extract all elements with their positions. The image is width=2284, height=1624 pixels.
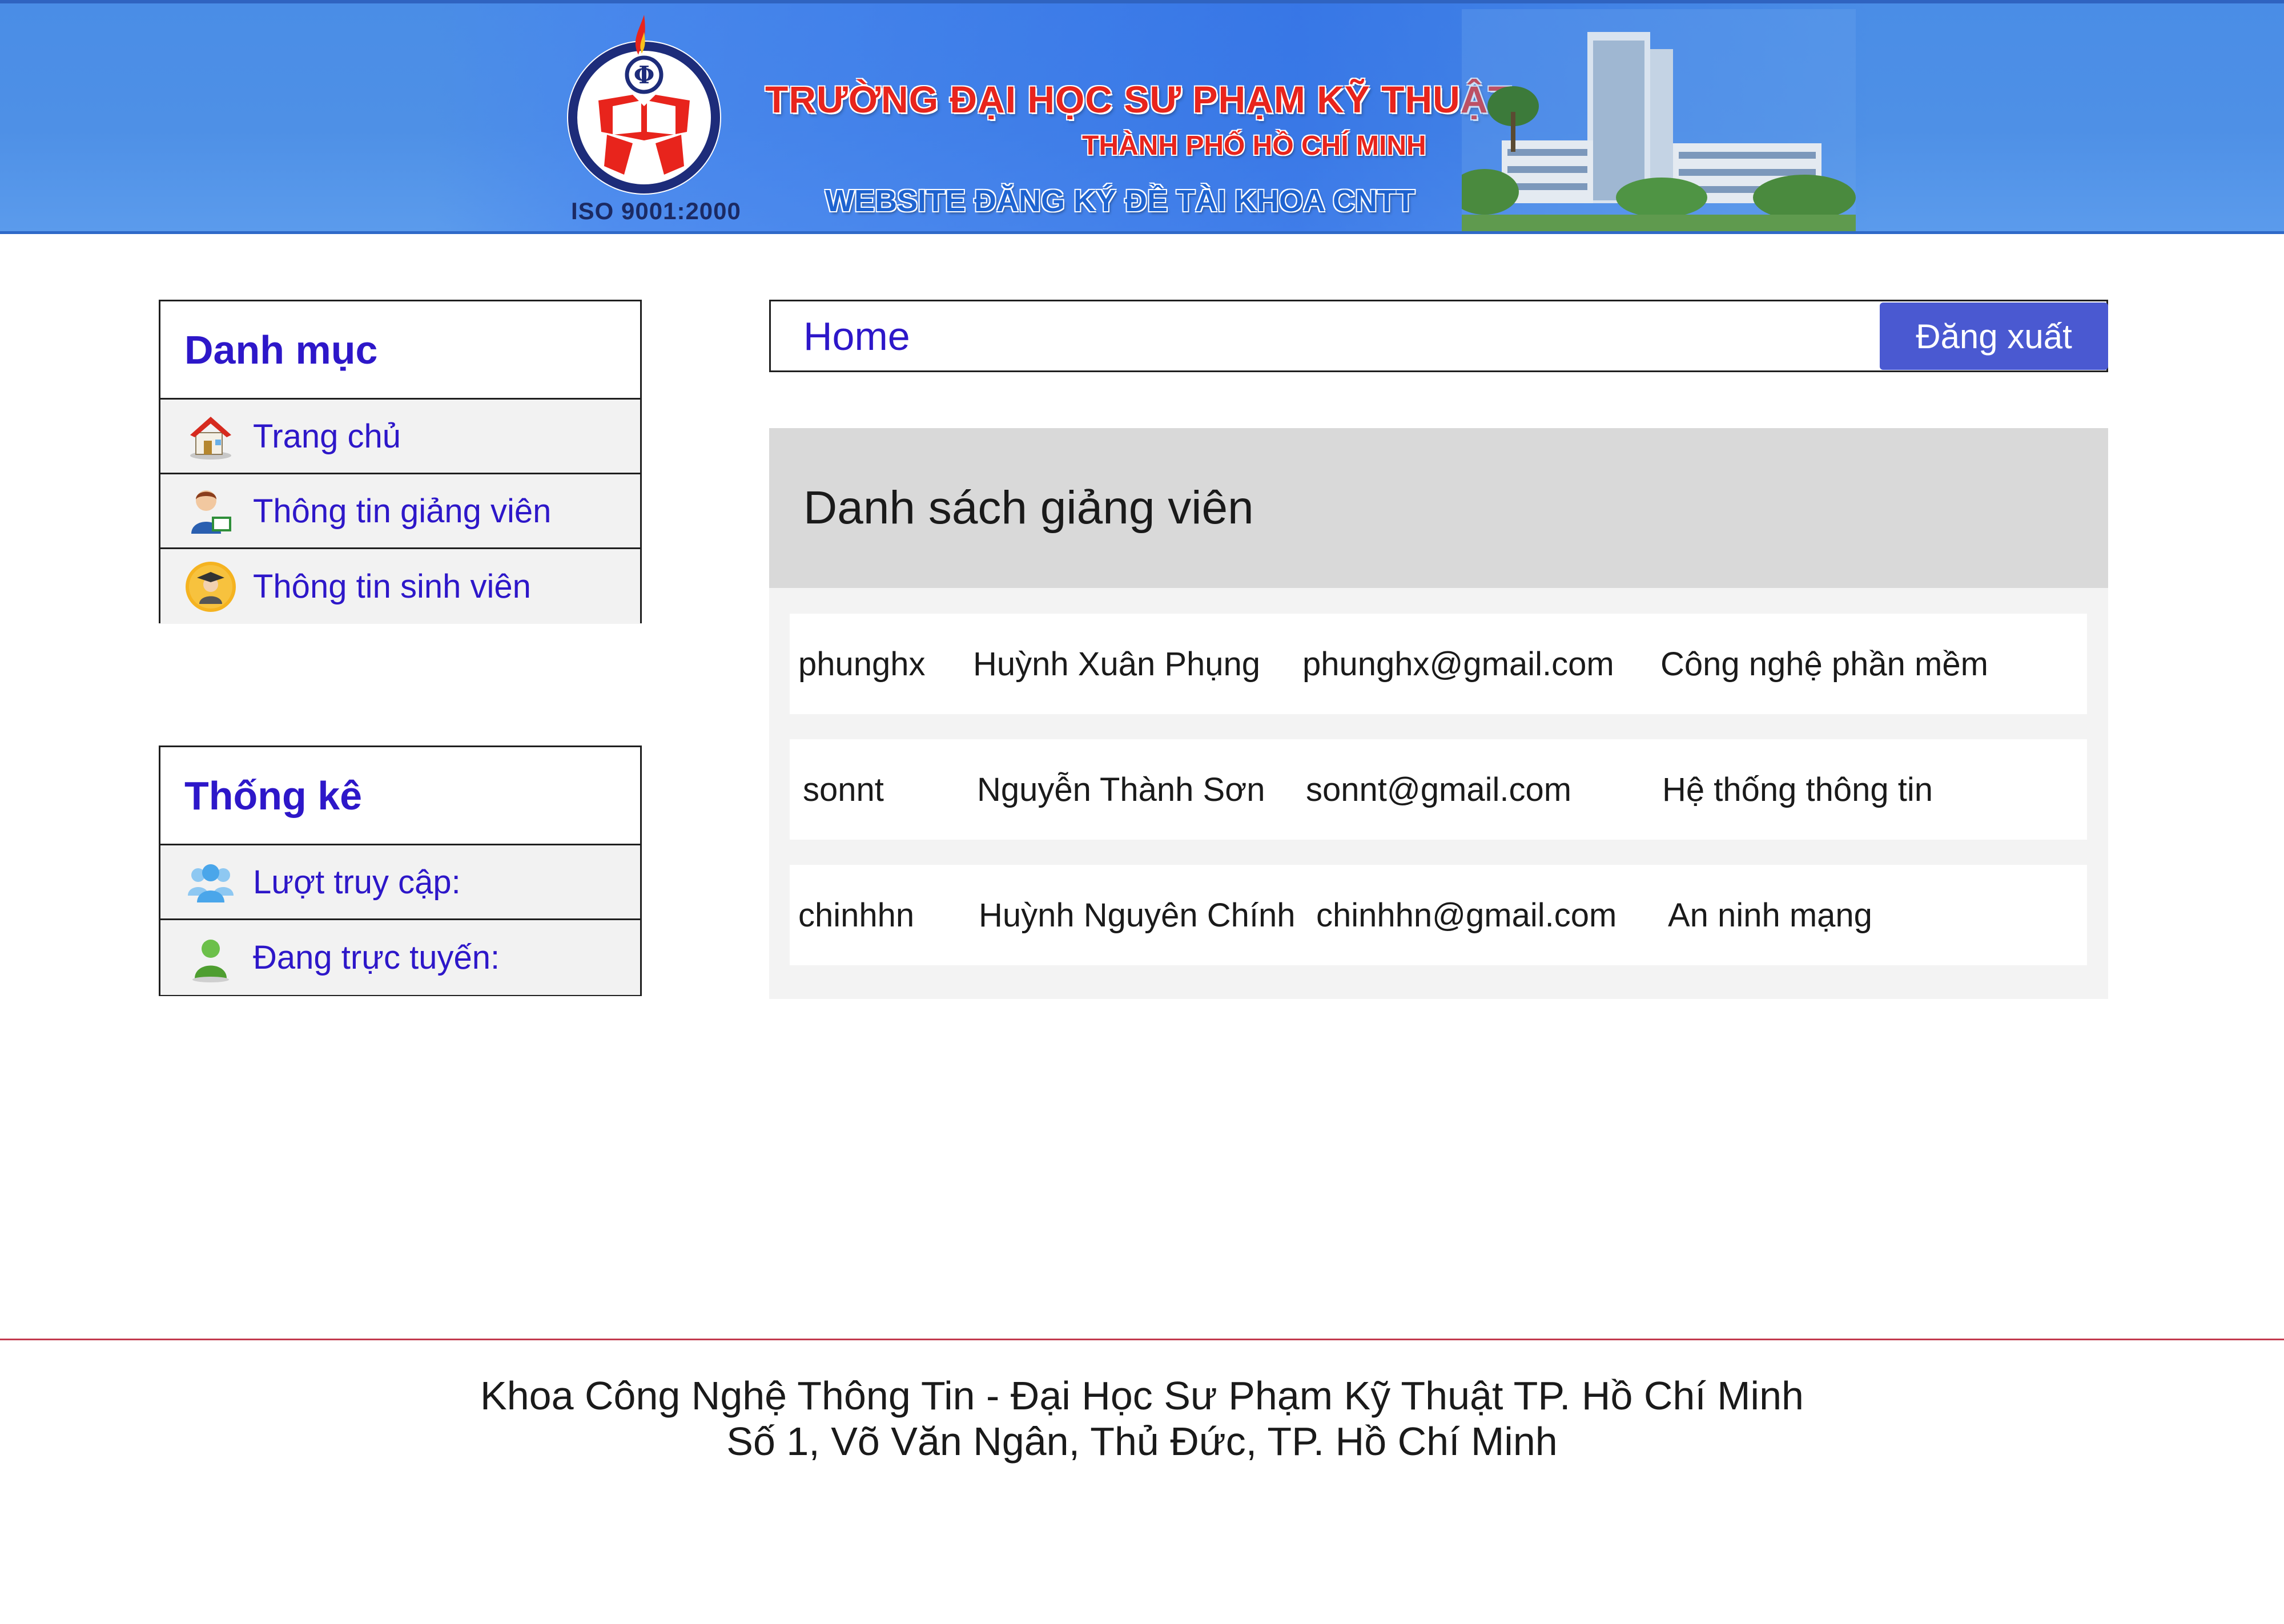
sidebar-item-home[interactable]: Trang chủ — [160, 400, 640, 474]
house-icon — [190, 417, 231, 460]
iso-certification: ISO 9001:2000 — [571, 198, 741, 224]
banner-title-city: THÀNH PHỐ HỒ CHÍ MINH — [1082, 131, 1426, 161]
banner-title-website: WEBSITE ĐĂNG KÝ ĐỀ TÀI KHOA CNTT — [825, 184, 1415, 218]
lecturer-list-title: Danh sách giảng viên — [769, 428, 2108, 588]
lecturer-list-panel: Danh sách giảng viên phunghx Huỳnh Xuân … — [769, 428, 2108, 999]
lecturer-department: Hệ thống thông tin — [1662, 771, 1933, 808]
sidebar-item-label: Trang chủ — [253, 417, 401, 455]
lecturer-email: chinhhn@gmail.com — [1316, 896, 1617, 934]
sidebar-item-label: Thông tin giảng viên — [253, 492, 552, 530]
users-group-icon — [188, 864, 234, 902]
lecturer-name: Huỳnh Xuân Phụng — [973, 645, 1261, 683]
footer-divider — [0, 1339, 2284, 1340]
graduate-icon — [186, 561, 236, 612]
lecturer-email: phunghx@gmail.com — [1302, 645, 1614, 683]
logout-button[interactable]: Đăng xuất — [1880, 303, 2108, 370]
table-row[interactable]: chinhhn Huỳnh Nguyên Chính chinhhn@gmail… — [790, 865, 2087, 965]
breadcrumb-bar: Home Đăng xuất — [769, 300, 2108, 372]
stat-visit-count: Lượt truy cập: — [160, 845, 640, 920]
teacher-icon — [191, 490, 231, 534]
category-panel-title: Danh mục — [160, 301, 640, 400]
stat-label: Đang trực tuyến: — [253, 939, 500, 976]
svg-text:Φ: Φ — [634, 61, 655, 89]
lecturer-name: Nguyễn Thành Sơn — [977, 771, 1265, 808]
site-banner: Φ ISO 9001:2000 TRƯỜNG ĐẠI HỌC SƯ PHẠM K… — [0, 0, 2284, 234]
table-row[interactable]: sonnt Nguyễn Thành Sơn sonnt@gmail.com H… — [790, 739, 2087, 840]
lecturer-name: Huỳnh Nguyên Chính — [979, 896, 1296, 934]
stat-label: Lượt truy cập: — [253, 863, 461, 901]
user-online-icon — [192, 939, 229, 982]
lecturer-username: chinhhn — [798, 896, 915, 934]
lecturer-email: sonnt@gmail.com — [1306, 771, 1572, 808]
statistics-panel: Thống kê Lượt truy cập: Đang trực tuyến: — [159, 745, 642, 996]
stat-online-count: Đang trực tuyến: — [160, 920, 640, 995]
lecturer-department: An ninh mạng — [1668, 896, 1872, 934]
lecturer-username: sonnt — [803, 771, 884, 808]
lecturer-department: Công nghệ phần mềm — [1660, 645, 1988, 683]
category-panel: Danh mục Trang chủ Thông tin giảng viên — [159, 300, 642, 624]
campus-building-image — [1462, 9, 1856, 231]
sidebar-item-lecturer-info[interactable]: Thông tin giảng viên — [160, 474, 640, 549]
footer-department: Khoa Công Nghệ Thông Tin - Đại Học Sư Ph… — [480, 1373, 1804, 1418]
banner-title-university: TRƯỜNG ĐẠI HỌC SƯ PHẠM KỸ THUẬT — [765, 78, 1512, 120]
statistics-panel-title: Thống kê — [160, 747, 640, 845]
table-row[interactable]: phunghx Huỳnh Xuân Phụng phunghx@gmail.c… — [790, 614, 2087, 714]
sidebar-item-label: Thông tin sinh viên — [253, 568, 531, 605]
sidebar-item-student-info[interactable]: Thông tin sinh viên — [160, 549, 640, 624]
footer-address: Số 1, Võ Văn Ngân, Thủ Đức, TP. Hồ Chí M… — [726, 1419, 1558, 1464]
breadcrumb-home[interactable]: Home — [803, 301, 910, 370]
lecturer-username: phunghx — [798, 645, 926, 683]
university-logo[interactable]: Φ — [558, 9, 730, 209]
